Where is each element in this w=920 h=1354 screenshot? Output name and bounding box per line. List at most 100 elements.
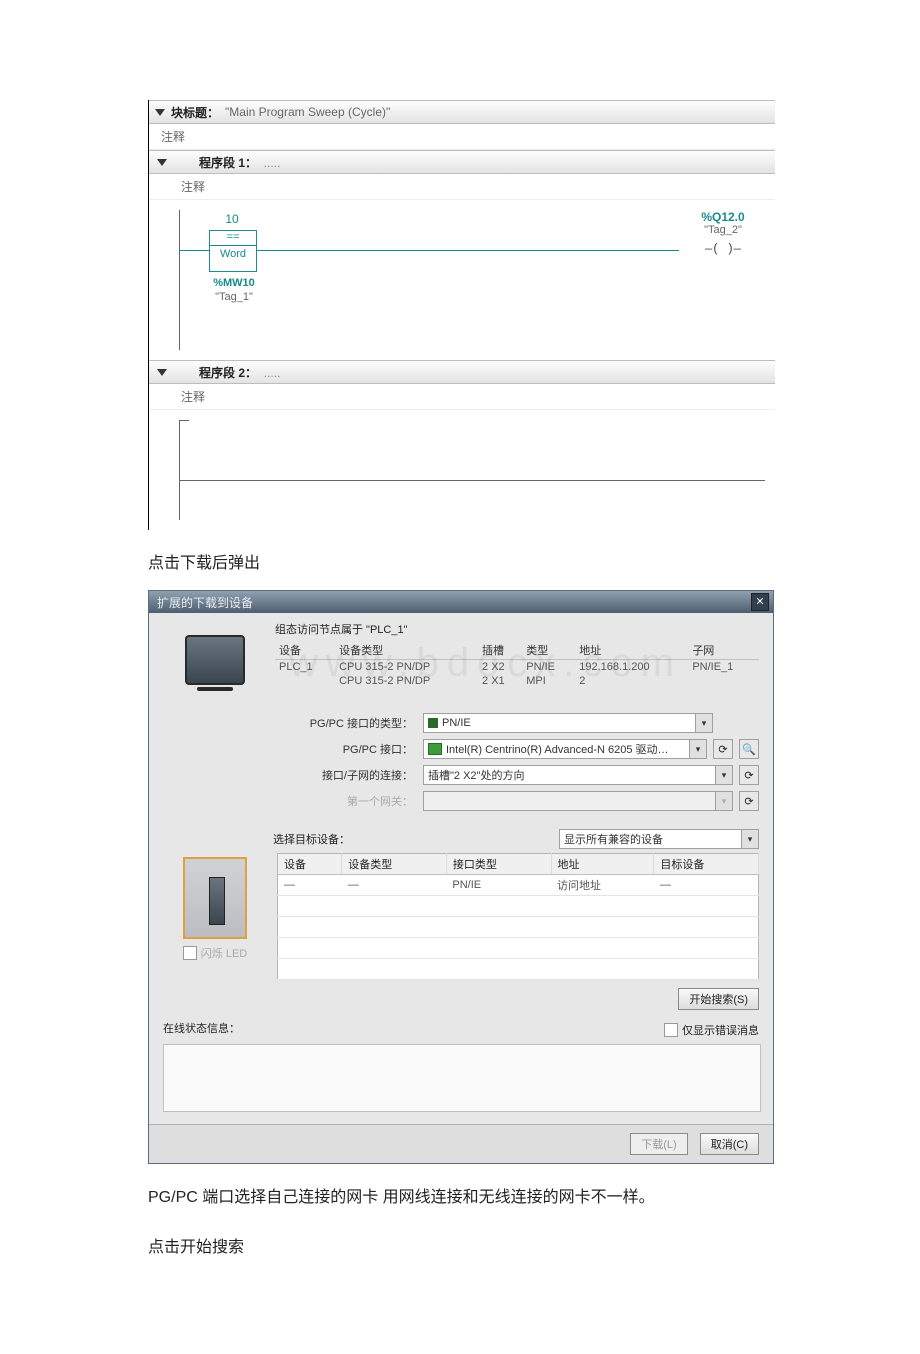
network-2-label: 程序段 2：	[199, 366, 257, 380]
wire	[179, 420, 189, 421]
flash-led-label: 闪烁 LED	[201, 945, 247, 961]
col-target: 目标设备	[654, 854, 759, 875]
compare-op: ==	[210, 231, 256, 243]
network-1-dots: .....	[264, 156, 281, 170]
mw-address: %MW10	[199, 276, 269, 290]
chevron-down-icon[interactable]: ▾	[695, 714, 712, 732]
network-2-body[interactable]	[149, 410, 775, 530]
network-2-header[interactable]: 程序段 2： .....	[149, 360, 775, 384]
config-table: 设备 设备类型 插槽 类型 地址 子网 PLC_1 CPU 315-2 PN/D…	[275, 641, 759, 688]
flash-led-checkbox	[183, 946, 197, 960]
dialog-titlebar[interactable]: 扩展的下载到设备 ✕	[149, 591, 773, 613]
network-1-comment[interactable]: 注释	[149, 174, 775, 200]
network-2-comment[interactable]: 注释	[149, 384, 775, 410]
power-rail	[179, 210, 180, 350]
chevron-down-icon[interactable]	[157, 159, 167, 166]
wire	[179, 480, 765, 481]
table-row: .	[278, 959, 759, 980]
block-title-label: 块标题：	[171, 104, 219, 121]
network-1-label: 程序段 1：	[199, 156, 257, 170]
monitor-icon	[185, 635, 245, 685]
power-rail	[179, 420, 180, 520]
coil-address: %Q12.0	[683, 210, 763, 224]
status-messages	[163, 1044, 761, 1112]
col-slot: 插槽	[478, 641, 522, 660]
plc-icon	[183, 857, 247, 939]
pnie-icon	[428, 718, 438, 728]
chevron-down-icon[interactable]: ▾	[689, 740, 706, 758]
pgpc-type-value: PN/IE	[442, 717, 471, 729]
col-addr: 地址	[551, 854, 654, 875]
col-devtype: 设备类型	[342, 854, 447, 875]
chevron-down-icon[interactable]	[155, 109, 165, 116]
coil-symbol: —( )—	[683, 242, 763, 256]
search-icon[interactable]: 🔍	[739, 739, 759, 759]
ladder-editor: 块标题： "Main Program Sweep (Cycle)" 注释 程序段…	[148, 100, 775, 530]
pgpc-if-value: Intel(R) Centrino(R) Advanced-N 6205 驱动…	[446, 741, 669, 757]
refresh-icon[interactable]: ⟳	[713, 739, 733, 759]
filter-combo[interactable]: 显示所有兼容的设备 ▾	[559, 829, 759, 849]
start-search-button[interactable]: 开始搜索(S)	[678, 988, 759, 1010]
chevron-down-icon: ▾	[715, 792, 732, 810]
filter-value: 显示所有兼容的设备	[564, 831, 663, 847]
tag1-name: "Tag_1"	[199, 290, 269, 304]
chevron-down-icon[interactable]: ▾	[741, 830, 758, 848]
config-caption: 组态访问节点属于 "PLC_1"	[275, 621, 759, 637]
table-row: .	[278, 938, 759, 959]
target-device-table[interactable]: 设备 设备类型 接口类型 地址 目标设备 — — PN/IE 访问地址	[277, 853, 759, 980]
error-only-label: 仅显示错误消息	[682, 1022, 759, 1038]
compare-type: Word	[210, 245, 256, 260]
col-subnet: 子网	[688, 641, 759, 660]
gateway-combo: ▾	[423, 791, 733, 811]
nic-icon	[428, 743, 442, 755]
network-1-header[interactable]: 程序段 1： .....	[149, 150, 775, 174]
cancel-button[interactable]: 取消(C)	[700, 1133, 759, 1155]
refresh-icon[interactable]: ⟳	[739, 765, 759, 785]
table-row: .	[278, 896, 759, 917]
network-2-dots: .....	[264, 366, 281, 380]
table-row: .	[278, 917, 759, 938]
paragraph: 点击开始搜索	[148, 1232, 772, 1264]
gateway-label: 第一个网关：	[273, 793, 417, 809]
block-comment[interactable]: 注释	[149, 124, 775, 150]
refresh-icon[interactable]: ⟳	[739, 791, 759, 811]
chevron-down-icon[interactable]	[157, 369, 167, 376]
compare-box[interactable]: == Word	[209, 230, 257, 272]
error-only-checkbox[interactable]	[664, 1023, 678, 1037]
wire	[179, 250, 209, 251]
col-device: 设备	[275, 641, 335, 660]
output-coil[interactable]: %Q12.0 "Tag_2" —( )—	[683, 210, 763, 256]
coil-name: "Tag_2"	[683, 224, 763, 236]
col-iftype: 接口类型	[446, 854, 551, 875]
download-button: 下载(L)	[630, 1133, 687, 1155]
table-row[interactable]: — — PN/IE 访问地址 —	[278, 875, 759, 896]
pgpc-if-label: PG/PC 接口：	[273, 741, 417, 757]
conn-label: 接口/子网的连接：	[273, 767, 417, 783]
pgpc-type-label: PG/PC 接口的类型：	[273, 715, 417, 731]
pgpc-if-combo[interactable]: Intel(R) Centrino(R) Advanced-N 6205 驱动……	[423, 739, 707, 759]
block-title-value: "Main Program Sweep (Cycle)"	[225, 105, 390, 119]
select-target-label: 选择目标设备：	[273, 831, 350, 847]
pc-illustration	[163, 621, 267, 691]
conn-value: 插槽"2 X2"处的方向	[428, 767, 524, 783]
paragraph: 点击下载后弹出	[148, 548, 772, 580]
table-row: CPU 315-2 PN/DP 2 X1 MPI 2	[275, 674, 759, 688]
wire	[256, 250, 679, 251]
dialog-footer: 下载(L) 取消(C)	[149, 1124, 773, 1163]
compare-operand-bottom[interactable]: %MW10 "Tag_1"	[199, 276, 269, 304]
chevron-down-icon[interactable]: ▾	[715, 766, 732, 784]
download-dialog: 扩展的下载到设备 ✕ www.bdocx.com 组态访问节点属于 "PLC_1…	[148, 590, 774, 1164]
pgpc-type-combo[interactable]: PN/IE ▾	[423, 713, 713, 733]
col-device: 设备	[278, 854, 342, 875]
col-type: 类型	[522, 641, 575, 660]
compare-operand-top[interactable]: 10	[209, 212, 255, 226]
dialog-title: 扩展的下载到设备	[157, 594, 253, 611]
network-1-body[interactable]: 10 == Word %MW10 "Tag_1" %Q12.0 "Tag_2" …	[149, 200, 775, 360]
table-row: PLC_1 CPU 315-2 PN/DP 2 X2 PN/IE 192.168…	[275, 660, 759, 675]
col-devtype: 设备类型	[335, 641, 478, 660]
col-addr: 地址	[575, 641, 688, 660]
paragraph: PG/PC 端口选择自己连接的网卡 用网线连接和无线连接的网卡不一样。	[148, 1182, 772, 1214]
block-header[interactable]: 块标题： "Main Program Sweep (Cycle)"	[149, 100, 775, 124]
close-icon[interactable]: ✕	[751, 593, 769, 611]
conn-combo[interactable]: 插槽"2 X2"处的方向 ▾	[423, 765, 733, 785]
